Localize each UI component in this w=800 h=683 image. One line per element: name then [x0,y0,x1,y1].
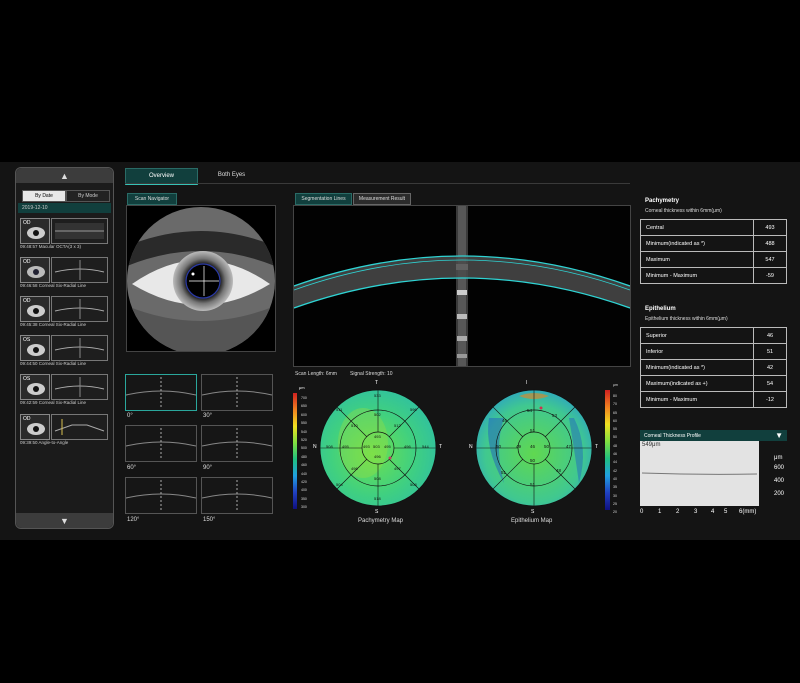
x-tick: 5 [724,509,728,515]
chevron-down-icon: ▼ [775,431,783,440]
scale-unit: μm [613,383,618,387]
radial-scan-30[interactable] [201,374,273,411]
tab-segmentation-lines[interactable]: Segmentation Lines [295,193,352,205]
profile-unit: μm [774,455,783,461]
scan-navigator-image[interactable] [126,205,276,352]
history-caption: 09:46:58 Corneal Six-Radial Line [20,283,87,288]
table-row: Minimum - Maximum -59 [640,267,787,284]
scan-thumbnail [51,414,108,440]
x-tick: 2 [676,509,680,515]
history-sidebar: ▲ By Date By Mode 2019-12-10 OD 09:48:57… [15,167,114,529]
pachymetry-scale-labels: 700 650 600 550 540 520 500 480 460 440 420 400 350 3… [301,396,307,510]
scroll-up-button[interactable]: ▲ [16,168,113,183]
direction-top: I [526,380,528,386]
scan-thumbnail [51,374,108,400]
pachymetry-values: 533 596 544 508 518 504 508 511 502 512 … [326,393,429,501]
bscan-image[interactable] [293,205,631,367]
angle-label: 0° [127,413,133,419]
history-caption: 09:45:38 Corneal Six-Radial Line [20,322,87,327]
tab-divider [125,183,630,184]
date-group-header[interactable]: 2019-12-10 [18,203,111,213]
history-caption: 09:42:59 Corneal Six-Radial Line [20,400,87,405]
epithelium-subtitle: Epithelium thickness within 6mm(μm) [645,316,728,322]
eye-thumbnail: OS [20,374,50,400]
eye-thumbnail: OD [20,218,50,244]
angle-label: 30° [203,413,213,419]
profile-title: Corneal Thickness Profile [644,432,701,439]
eye-thumbnail: OS [20,335,50,361]
y-tick: 600 [774,465,785,471]
pachymetry-title: Pachymetry [645,198,680,204]
y-tick: 400 [774,478,785,484]
radial-scan-120[interactable] [125,477,197,514]
epithelium-values: 54 53 47 48 51 51 50 51 50 50 49 46 46 [496,408,572,487]
pachymetry-map[interactable]: T S N T 533 596 544 508 518 504 508 511 … [313,380,442,515]
scale-unit: μm [299,385,305,390]
radial-scan-0[interactable] [125,374,197,411]
x-tick: 0 [640,509,644,515]
history-caption: 09:48:57 Macular OCTA(3 x 3) [20,244,81,249]
epithelium-title: Epithelium [645,306,676,312]
radial-scan-150[interactable] [201,477,273,514]
scan-thumbnail [51,335,108,361]
pachymetry-map-caption: Pachymetry Map [358,518,404,524]
y-tick: 200 [774,491,785,497]
scan-navigator-label[interactable]: Scan Navigator [127,193,177,205]
direction-bottom: S [375,509,379,515]
x-tick: 1 [658,509,662,515]
table-row: Minimum(indicated as *) 42 [640,359,787,376]
pachymetry-subtitle: Corneal thickness within 6mm(μm) [645,208,722,214]
direction-right: T [595,444,599,450]
epithelium-map[interactable]: I S N T 54 53 47 48 51 51 50 51 50 50 49… [469,380,598,515]
table-row: Minimum(indicated as *) 488 [640,235,787,252]
signal-strength-text: Signal Strength: 10 [350,371,393,377]
pachymetry-table: Central 493 Minimum(indicated as *) 488 Ma… [640,219,787,284]
direction-left: N [469,444,473,450]
angle-label: 150° [203,517,216,523]
radial-scan-90[interactable] [201,425,273,462]
table-row: Central 493 [640,219,787,236]
scroll-down-button[interactable]: ▼ [16,513,113,528]
profile-readout: 549μm [642,442,661,448]
tab-by-mode[interactable]: By Mode [66,190,110,202]
scan-length-text: Scan Length: 6mm [295,371,337,377]
direction-top: T [375,380,379,386]
eye-thumbnail: OD [20,296,50,322]
epithelium-scale-labels: 80 70 65 60 55 50 48 46 44 42 40 35 30 25 20 [613,394,617,515]
scan-thumbnail [51,257,108,283]
table-row: Maximum(indicated as +) 54 [640,375,787,392]
direction-bottom: S [531,509,535,515]
x-tick: 4 [711,509,715,515]
tab-measurement-result[interactable]: Measurement Result [353,193,411,205]
x-tick: 6(mm) [739,509,757,515]
eye-thumbnail: OD [20,414,50,440]
table-row: Maximum 547 [640,251,787,268]
thickness-profile-plot[interactable]: 549μm [640,441,759,506]
table-row: Superior 46 [640,327,787,344]
angle-label: 120° [127,517,140,523]
history-caption: 09:39:50 Angle-to-Angle [20,440,69,445]
table-row: Inferior 51 [640,343,787,360]
radial-scan-60[interactable] [125,425,197,462]
direction-right: T [439,444,443,450]
eye-thumbnail: OD [20,257,50,283]
direction-left: N [313,444,317,450]
angle-label: 60° [127,465,137,471]
angle-label: 90° [203,465,213,471]
tab-both-eyes[interactable]: Both Eyes [200,168,263,182]
history-caption: 09:44:50 Corneal Six-Radial Line [20,361,87,366]
x-tick: 3 [694,509,698,515]
epithelium-map-caption: Epithelium Map [511,518,553,524]
tab-by-date[interactable]: By Date [22,190,66,202]
epithelium-table: Superior 46 Inferior 51 Minimum(indicated … [640,327,787,408]
profile-dropdown[interactable]: Corneal Thickness Profile ▼ [640,430,787,441]
epithelium-color-scale [605,390,610,510]
scan-thumbnail [51,218,108,244]
table-row: Minimum - Maximum -12 [640,391,787,408]
scan-thumbnail [51,296,108,322]
